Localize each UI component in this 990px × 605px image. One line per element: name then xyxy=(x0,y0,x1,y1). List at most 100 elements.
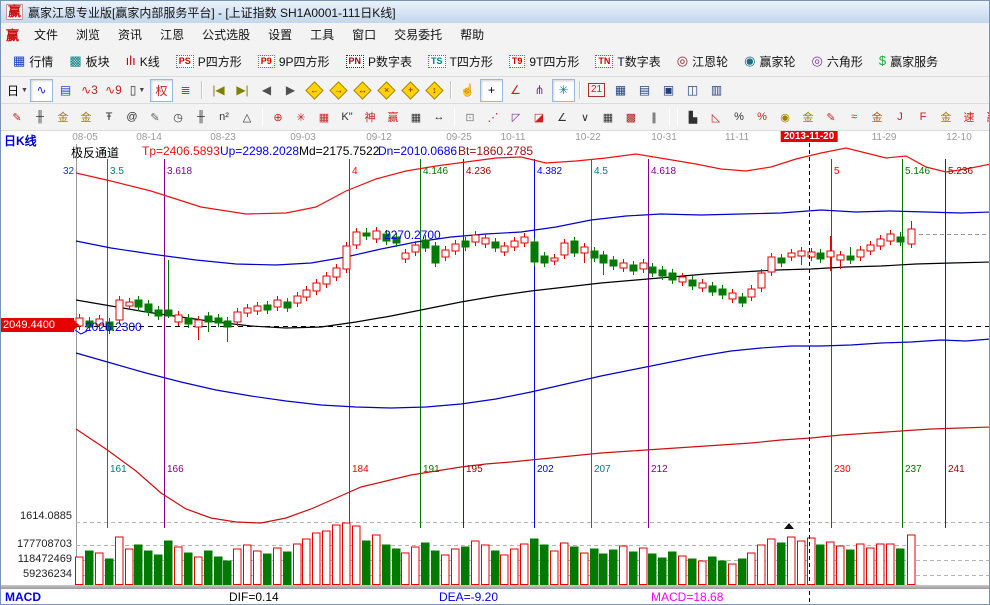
angle-measure-icon[interactable]: ∠ xyxy=(504,79,527,102)
band-stats-icon[interactable]: ▙ xyxy=(682,106,704,128)
pan-left-icon[interactable]: ← xyxy=(303,79,326,102)
flag-pencil-icon[interactable]: ✎ xyxy=(820,106,842,128)
frame-tool-icon[interactable]: ⊡ xyxy=(459,106,481,128)
ray-box-icon[interactable]: ◪ xyxy=(528,106,550,128)
gold-band-icon[interactable]: 金 xyxy=(866,106,888,128)
toolbar-sectors[interactable]: ▩板块 xyxy=(62,51,116,72)
k-mark-icon[interactable]: K" xyxy=(336,106,358,128)
zoom-v-icon[interactable]: ↕ xyxy=(423,79,446,102)
zoom-out-icon[interactable]: × xyxy=(375,79,398,102)
toolbar-kline[interactable]: ılıK线 xyxy=(119,51,167,72)
parallel-icon[interactable]: ∥ xyxy=(643,106,665,128)
chart-area[interactable]: 日K线 极反通道 Tp=2406.5893 Up=2298.2028 Md=21… xyxy=(1,131,989,604)
toolbar-quotes-icon: ▦ xyxy=(13,54,25,68)
angle-flag-icon[interactable]: △ xyxy=(236,106,258,128)
gold-price-icon[interactable]: 金 xyxy=(797,106,819,128)
notes-icon[interactable]: ▤ xyxy=(633,79,656,102)
gann-box-icon[interactable]: ▦ xyxy=(313,106,335,128)
volume-bar xyxy=(452,549,460,585)
speed-line-icon[interactable]: 速 xyxy=(958,106,980,128)
menu-item-3[interactable]: 资讯 xyxy=(109,23,151,46)
shen-tool-icon[interactable]: 神 xyxy=(359,106,381,128)
wave-3-icon[interactable]: ∿3 xyxy=(78,79,101,102)
gold-section-icon[interactable]: 金 xyxy=(52,106,74,128)
zoom-all-icon[interactable]: + xyxy=(399,79,422,102)
toolbar-quotes[interactable]: ▦行情 xyxy=(6,51,60,72)
period-day-dropdown[interactable]: 日▼ xyxy=(6,79,29,102)
flying-knife-icon[interactable]: ✎ xyxy=(6,106,28,128)
time-cycle-icon[interactable]: ◷ xyxy=(167,106,189,128)
menu-item-6[interactable]: 设置 xyxy=(259,23,301,46)
j-line-icon[interactable]: J xyxy=(889,106,911,128)
kline-canvas[interactable] xyxy=(1,131,990,605)
prev-bar-icon[interactable]: ◀ xyxy=(255,79,278,102)
menu-item-4[interactable]: 江恩 xyxy=(151,23,193,46)
eagle-eye-icon[interactable]: ∿ xyxy=(30,79,53,102)
candle-style-dropdown[interactable]: ▯▼ xyxy=(126,79,149,102)
pan-right-icon[interactable]: → xyxy=(327,79,350,102)
toolbar-t-square[interactable]: TST四方形 xyxy=(421,51,500,72)
toolbar-9p-square[interactable]: P99P四方形 xyxy=(251,51,337,72)
toolbar-9t-square[interactable]: T99T四方形 xyxy=(502,51,587,72)
market-map-icon[interactable]: ◫ xyxy=(681,79,704,102)
menu-item-1[interactable]: 文件 xyxy=(25,23,67,46)
menu-item-2[interactable]: 浏览 xyxy=(67,23,109,46)
calendar-icon[interactable]: 21 xyxy=(585,79,608,102)
pan-hand-icon[interactable]: ☝ xyxy=(456,79,479,102)
span-measure-icon[interactable]: ↔ xyxy=(428,106,450,128)
circle-cross-icon[interactable]: ⊕ xyxy=(267,106,289,128)
grid-count-icon[interactable]: ▦ xyxy=(405,106,427,128)
toolbar-p-table[interactable]: PNP数字表 xyxy=(339,51,420,72)
fan-lines-icon[interactable]: ⋰ xyxy=(482,106,504,128)
menu-item-8[interactable]: 窗口 xyxy=(343,23,385,46)
fan-box-icon[interactable]: ◸ xyxy=(505,106,527,128)
smart-brain-icon[interactable]: ✳ xyxy=(552,79,575,102)
crosshair-icon[interactable]: + xyxy=(480,79,503,102)
draw-pencil-icon[interactable]: ✎ xyxy=(144,106,166,128)
zoom-h-icon[interactable]: ↔ xyxy=(351,79,374,102)
n-square-icon[interactable]: n² xyxy=(213,106,235,128)
gold-extend-icon[interactable]: 金 xyxy=(75,106,97,128)
title-bar[interactable]: 赢 赢家江恩专业版[赢家内部服务平台] - [上证指数 SH1A0001-111… xyxy=(1,1,989,24)
gold-angle-icon[interactable]: 金 xyxy=(935,106,957,128)
toolbar-service[interactable]: $赢家服务 xyxy=(872,51,945,72)
menu-item-7[interactable]: 工具 xyxy=(301,23,343,46)
red-grid-icon[interactable]: ▩ xyxy=(620,106,642,128)
magic-tools-icon[interactable]: ⋔ xyxy=(528,79,551,102)
gann-web-icon[interactable]: ✳ xyxy=(290,106,312,128)
toolbar-hexagon[interactable]: ◎六角形 xyxy=(804,51,869,72)
ying-corner-icon[interactable]: 赢 xyxy=(981,106,990,128)
f-line-icon[interactable]: F xyxy=(912,106,934,128)
percent-zone-icon[interactable]: ◺ xyxy=(705,106,727,128)
wave-9-icon[interactable]: ∿9 xyxy=(102,79,125,102)
price-ruler-icon[interactable]: ╫ xyxy=(29,106,51,128)
save-icon[interactable]: ▣ xyxy=(657,79,680,102)
f10-info-icon[interactable]: ▤ xyxy=(54,79,77,102)
print-icon[interactable]: ▥ xyxy=(705,79,728,102)
last-bar-icon[interactable]: ▶| xyxy=(231,79,254,102)
toolbar-winner-wheel[interactable]: ◉赢家轮 xyxy=(737,51,802,72)
spiral-icon[interactable]: @ xyxy=(121,106,143,128)
toolbar-t-table[interactable]: TNT数字表 xyxy=(588,51,667,72)
square-grid-icon[interactable]: ▦ xyxy=(597,106,619,128)
percent-icon[interactable]: % xyxy=(728,106,750,128)
count-ruler-icon[interactable]: ╫ xyxy=(190,106,212,128)
toolbar-p-square[interactable]: PSP四方形 xyxy=(169,51,249,72)
menu-item-5[interactable]: 公式选股 xyxy=(193,23,259,46)
next-bar-icon[interactable]: ▶ xyxy=(279,79,302,102)
fibo-ruler-icon[interactable]: Ŧ xyxy=(98,106,120,128)
menu-item-10[interactable]: 帮助 xyxy=(451,23,493,46)
wave-band-icon[interactable]: ≈ xyxy=(843,106,865,128)
first-bar-icon[interactable]: |◀ xyxy=(207,79,230,102)
menu-item-9[interactable]: 交易委托 xyxy=(385,23,451,46)
toolbar-gann-wheel[interactable]: ◎江恩轮 xyxy=(670,51,735,72)
macd-indicator-label[interactable]: MACD xyxy=(5,590,41,604)
zigzag-icon[interactable]: ∨ xyxy=(574,106,596,128)
percent-line-icon[interactable]: % xyxy=(751,106,773,128)
angle-line-icon[interactable]: ∠ xyxy=(551,106,573,128)
gold-circle-icon[interactable]: ◉ xyxy=(774,106,796,128)
calculator-icon[interactable]: ▦ xyxy=(609,79,632,102)
volume-bars-icon[interactable]: ≣ xyxy=(174,79,197,102)
yingjia-tool-icon[interactable]: 赢 xyxy=(382,106,404,128)
rights-adjust-icon[interactable]: 权 xyxy=(150,79,173,102)
